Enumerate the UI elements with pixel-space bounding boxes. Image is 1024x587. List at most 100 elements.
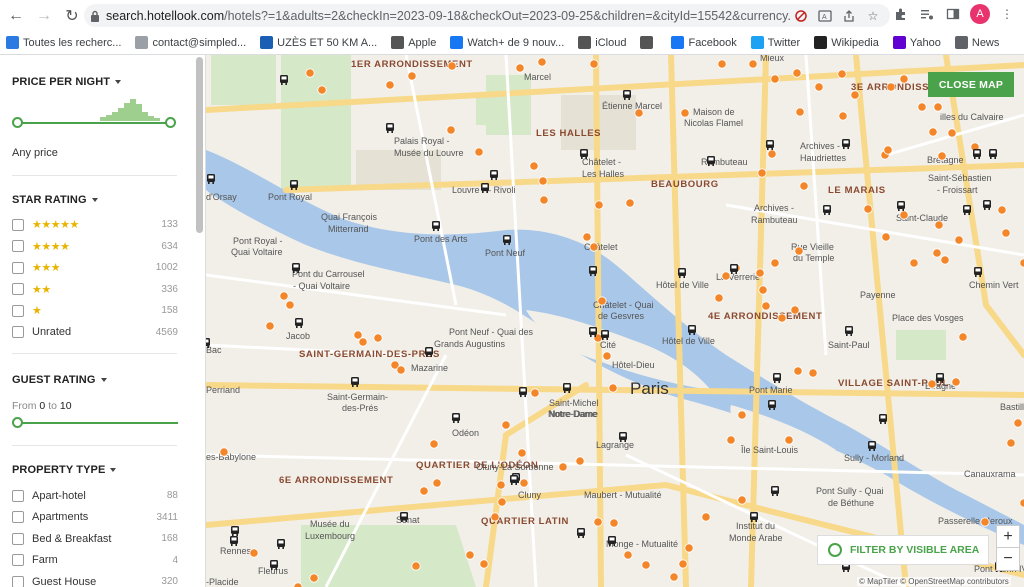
price-slider-min-handle[interactable] [12, 117, 23, 128]
bookmark-item[interactable]: Wikipedia [814, 36, 879, 49]
hotel-marker[interactable] [863, 204, 873, 214]
star-filter-row[interactable]: ★ 158 [12, 300, 178, 321]
hotel-marker[interactable] [701, 512, 711, 522]
hotel-marker[interactable] [837, 69, 847, 79]
hotel-marker[interactable] [539, 195, 549, 205]
bookmark-item[interactable]: Facebook [671, 36, 737, 49]
bookmark-item[interactable]: contact@simpled... [135, 36, 246, 49]
hotel-marker[interactable] [721, 271, 731, 281]
guest-slider-track[interactable] [18, 422, 178, 424]
hotel-marker[interactable] [501, 420, 511, 430]
hotel-marker[interactable] [373, 333, 383, 343]
hotel-marker[interactable] [249, 548, 259, 558]
star-filter-header[interactable]: STAR RATING [0, 194, 110, 206]
hotel-marker[interactable] [279, 291, 289, 301]
hotel-marker[interactable] [465, 550, 475, 560]
hotel-marker[interactable] [958, 332, 968, 342]
guest-filter-header[interactable]: GUEST RATING [0, 374, 119, 386]
checkbox[interactable] [12, 240, 24, 252]
star-filter-row[interactable]: ★★★★ 634 [12, 236, 178, 257]
hotel-marker[interactable] [940, 255, 950, 265]
price-filter-header[interactable]: PRICE PER NIGHT [0, 76, 133, 88]
checkbox[interactable] [12, 218, 24, 231]
price-slider-max-handle[interactable] [165, 117, 176, 128]
hotel-marker[interactable] [407, 71, 417, 81]
translate-icon[interactable]: A [816, 7, 834, 25]
hotel-marker[interactable] [680, 108, 690, 118]
checkbox[interactable] [12, 304, 24, 317]
bookmark-item[interactable]: iCloud [578, 36, 626, 49]
hotel-marker[interactable] [899, 210, 909, 220]
hotel-marker[interactable] [538, 176, 548, 186]
hotel-marker[interactable] [358, 337, 368, 347]
hotel-marker[interactable] [997, 205, 1007, 215]
hotel-marker[interactable] [937, 151, 947, 161]
hotel-marker[interactable] [814, 82, 824, 92]
hotel-marker[interactable] [758, 285, 768, 295]
checkbox[interactable] [12, 575, 24, 587]
share-icon[interactable] [840, 7, 858, 25]
hotel-marker[interactable] [684, 543, 694, 553]
hotel-marker[interactable] [980, 517, 990, 527]
hotel-marker[interactable] [714, 293, 724, 303]
hotel-marker[interactable] [589, 59, 599, 69]
hotel-marker[interactable] [850, 90, 860, 100]
hotel-marker[interactable] [899, 74, 909, 84]
hotel-marker[interactable] [317, 85, 327, 95]
close-map-button[interactable]: CLOSE MAP [928, 72, 1014, 97]
hotel-marker[interactable] [309, 573, 319, 583]
bookmark-item[interactable]: Apple [391, 36, 436, 49]
hotel-marker[interactable] [770, 74, 780, 84]
profile-avatar[interactable]: A [970, 4, 990, 24]
hotel-marker[interactable] [594, 200, 604, 210]
hotel-marker[interactable] [305, 68, 315, 78]
hotel-marker[interactable] [285, 300, 295, 310]
hotel-marker[interactable] [474, 147, 484, 157]
hotel-marker[interactable] [1019, 258, 1024, 268]
hotel-marker[interactable] [1019, 498, 1024, 508]
property-filter-row[interactable]: Farm 4 [12, 550, 178, 571]
hotel-marker[interactable] [490, 512, 500, 522]
hotel-marker[interactable] [808, 368, 818, 378]
hotel-marker[interactable] [1001, 228, 1011, 238]
property-filter-row[interactable]: Apartments 3411 [12, 507, 178, 528]
bookmark-item[interactable]: UZÈS ET 50 KM A... [260, 36, 377, 49]
hotel-marker[interactable] [589, 242, 599, 252]
hotel-marker[interactable] [608, 383, 618, 393]
hotel-marker[interactable] [529, 161, 539, 171]
reload-icon[interactable]: ↻ [60, 4, 84, 28]
price-slider-track[interactable] [18, 122, 171, 124]
hotel-marker[interactable] [396, 365, 406, 375]
filter-visible-area-button[interactable]: FILTER BY VISIBLE AREA [817, 535, 989, 565]
bookmark-item[interactable] [640, 36, 657, 49]
guest-slider-handle[interactable] [12, 417, 23, 428]
hotel-marker[interactable] [933, 102, 943, 112]
lock-icon[interactable] [84, 10, 106, 22]
hotel-marker[interactable] [678, 559, 688, 569]
hotel-marker[interactable] [784, 435, 794, 445]
hotel-marker[interactable] [530, 388, 540, 398]
hotel-marker[interactable] [793, 366, 803, 376]
zoom-in-button[interactable]: + [997, 526, 1019, 548]
address-bar[interactable]: search.hotellook.com/hotels?=1&adults=2&… [84, 4, 890, 27]
hotel-marker[interactable] [947, 128, 957, 138]
hotel-marker[interactable] [737, 495, 747, 505]
hotel-marker[interactable] [761, 301, 771, 311]
hotel-marker[interactable] [575, 456, 585, 466]
property-filter-row[interactable]: Bed & Breakfast 168 [12, 528, 178, 549]
hotel-marker[interactable] [219, 447, 229, 457]
hotel-marker[interactable] [934, 220, 944, 230]
hotel-marker[interactable] [517, 448, 527, 458]
hotel-marker[interactable] [757, 168, 767, 178]
hotel-marker[interactable] [954, 235, 964, 245]
star-filter-row[interactable]: ★★★ 1002 [12, 257, 178, 278]
hotel-marker[interactable] [909, 258, 919, 268]
hotel-marker[interactable] [770, 258, 780, 268]
hotel-marker[interactable] [625, 198, 635, 208]
hotel-marker[interactable] [883, 145, 893, 155]
checkbox[interactable] [12, 283, 24, 295]
star-filter-row[interactable]: Unrated 4569 [12, 322, 178, 343]
side-panel-icon[interactable] [944, 5, 962, 23]
hotel-marker[interactable] [515, 63, 525, 73]
hotel-marker[interactable] [1006, 438, 1016, 448]
